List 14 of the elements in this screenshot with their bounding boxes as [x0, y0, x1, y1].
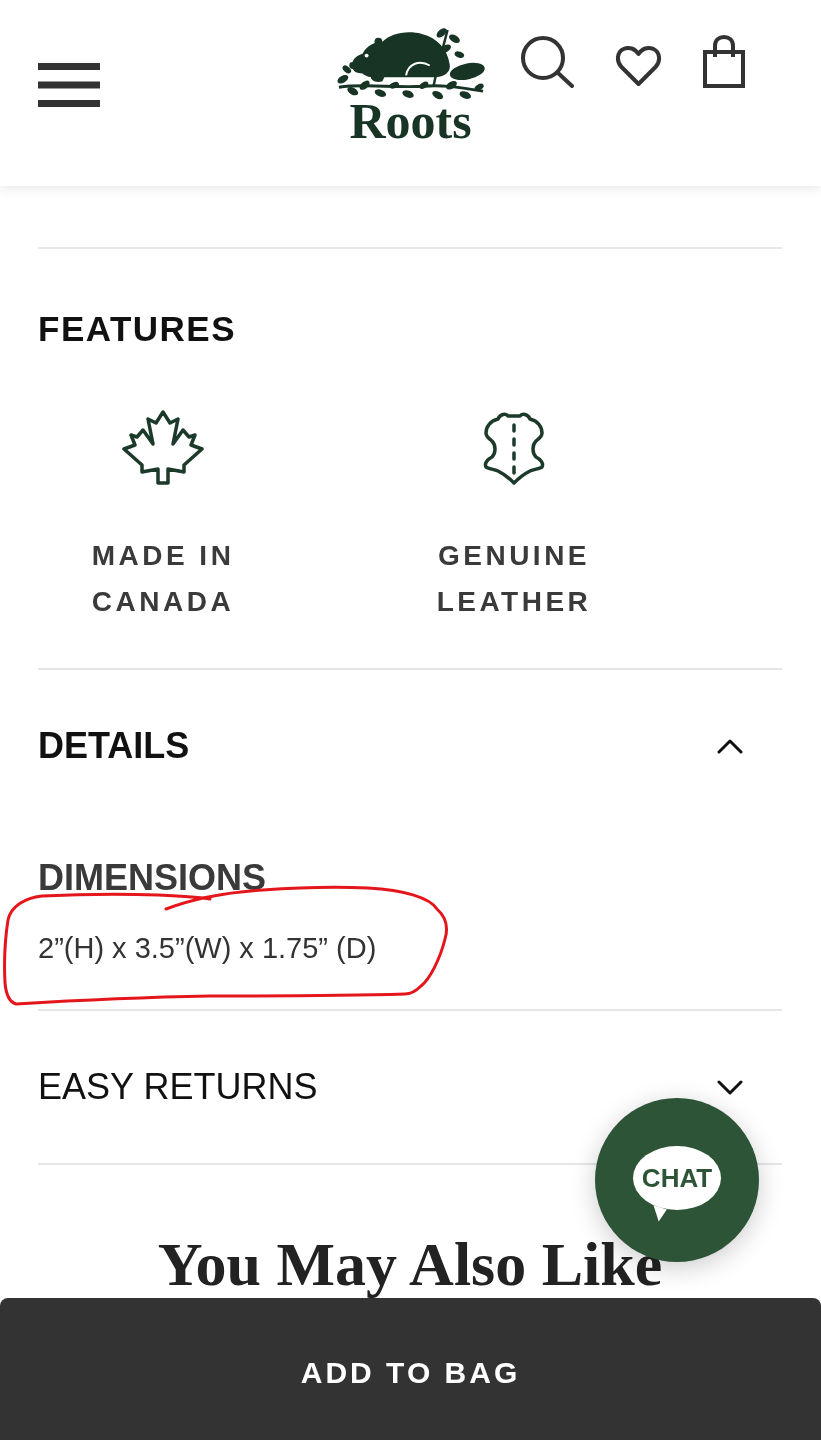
- section-heading: FEATURES: [38, 308, 237, 350]
- detail-value: 2”(H) x 3.5”(W) x 1.75” (D): [38, 931, 377, 966]
- accordion-toggle[interactable]: DETAILS: [38, 724, 782, 768]
- menu-icon[interactable]: [38, 63, 100, 107]
- shopping-bag-icon[interactable]: [702, 35, 745, 88]
- detail-heading: DIMENSIONS: [38, 856, 267, 900]
- feature-label: GENUINE LEATHER: [435, 539, 593, 619]
- search-icon[interactable]: [519, 35, 575, 88]
- heart-icon[interactable]: [614, 45, 662, 87]
- leather-hide-icon: [481, 410, 547, 486]
- brand-logo[interactable]: Roots: [333, 26, 488, 138]
- feature-label: MADE IN CANADA: [90, 539, 236, 619]
- add-to-bag-button[interactable]: ADD TO BAG: [0, 1298, 821, 1440]
- maple-leaf-icon: [122, 410, 204, 486]
